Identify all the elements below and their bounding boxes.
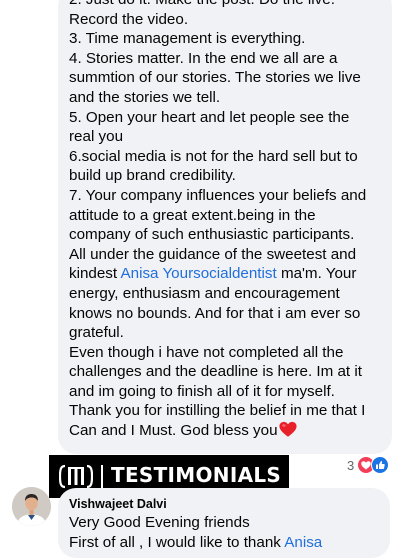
comment-line: company of such enthusiastic participant… (69, 226, 355, 244)
comment-line-last: Can and I Must. God bless you (69, 421, 387, 441)
mention-suffix: ma'm. Your (276, 265, 357, 283)
comment-line: 7. Your company influences your beliefs … (69, 186, 367, 204)
banner-title: TESTIMONIALS (111, 463, 282, 487)
comment-line: build up brand credibility. (69, 167, 236, 185)
comment-line: 4. Stories matter. In the end we all are… (69, 49, 338, 67)
comment-line: and the stories we tell. (69, 88, 221, 106)
comment-line: Very Good Evening friends (69, 514, 250, 531)
mention-link[interactable]: Anisa (284, 534, 322, 551)
comment-line: 3. Time management is everything. (69, 30, 306, 48)
line-prefix: First of all , I would like to thank (69, 533, 285, 551)
like-reaction-icon (371, 456, 390, 474)
comment-line-mention: kindest Anisa Yoursocialdentist ma'm. Yo… (69, 264, 387, 284)
comment-line: knows no bounds. And for that i am ever … (69, 304, 361, 322)
comment-line: real you (69, 128, 124, 146)
comment-author[interactable]: Vishwajeet Dalvi (69, 497, 167, 511)
banner-divider (101, 465, 103, 488)
comment-line: 6.social media is not for the hard sell … (69, 147, 358, 165)
comment-body: 2. Just do it. Make the post. Do the liv… (69, 0, 387, 441)
last-line-text: Can and I Must. God bless you (69, 422, 278, 440)
mention-link[interactable]: Anisa Yoursocialdentist (121, 265, 277, 282)
comment-line: energy, enthusiasm and encouragement (69, 284, 340, 302)
mention-prefix: kindest (69, 265, 121, 283)
comment-line: Even though i have not completed all the (69, 343, 344, 361)
brand-logo-icon (59, 464, 93, 489)
comment-line: 2. Just do it. Make the post. Do the liv… (69, 0, 387, 10)
comment-line: All under the guidance of the sweetest a… (69, 245, 357, 263)
reaction-count: 3 (347, 457, 355, 473)
comment-body-2: Very Good Evening friends First of all ,… (69, 513, 387, 552)
comment-line: challenges and the deadline is here. Im … (69, 363, 362, 381)
comment-line: and im going to finish all of it for mys… (69, 382, 335, 400)
comment-line: grateful. (69, 324, 124, 342)
comment-line: attitude to a great extent.being in the (69, 206, 316, 224)
heart-emoji-icon (278, 421, 297, 437)
comment-line: summtion of our stories. The stories we … (69, 69, 361, 87)
user-avatar[interactable] (12, 487, 51, 526)
comment-line: Record the video. (69, 10, 189, 28)
comment-line: Thank you for instilling the belief in m… (69, 402, 366, 420)
comment-line: 5. Open your heart and let people see th… (69, 108, 350, 126)
comment-line: First of all , I would like to thank Ani… (69, 533, 387, 553)
reaction-summary[interactable]: 3 (347, 456, 390, 474)
